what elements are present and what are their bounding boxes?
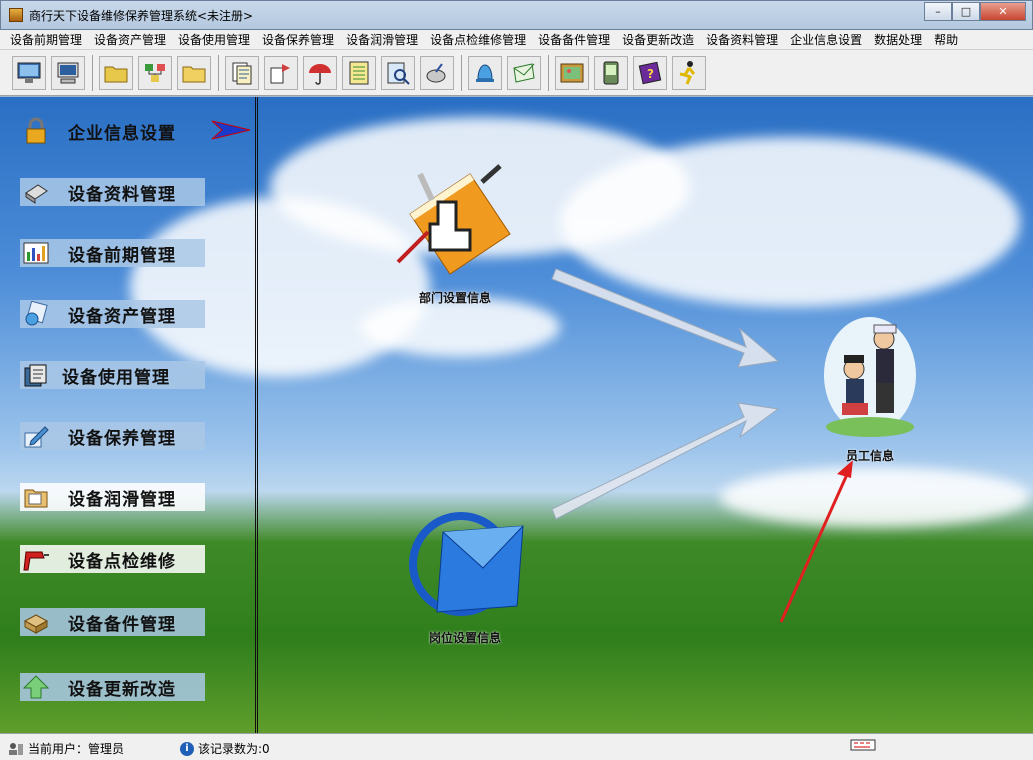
search-bowl-icon[interactable] [420, 55, 454, 90]
sidebar-item-label: 设备使用管理 [62, 367, 170, 388]
keyboard-indicator-icon [850, 738, 876, 752]
sidebar-item-label: 设备资料管理 [68, 184, 176, 205]
menu-item-inspection[interactable]: 设备点检维修管理 [430, 31, 526, 48]
flow-arrow-icon [551, 268, 780, 520]
sidebar-item-label: 企业信息设置 [68, 123, 176, 144]
red-pointer-arrow-icon [779, 460, 853, 623]
sidebar-item-company[interactable]: 企业信息设置 [20, 117, 205, 145]
monitor-icon[interactable] [12, 55, 46, 90]
window-title: 商行天下设备维修保养管理系统<未注册> [29, 9, 254, 23]
svg-text:?: ? [647, 67, 654, 81]
position-settings-node[interactable]: 岗位设置信息 [395, 502, 535, 646]
book-icon [22, 178, 50, 206]
maximize-button[interactable]: □ [952, 2, 980, 21]
folder-open-icon[interactable] [177, 55, 211, 90]
position-settings-label: 岗位设置信息 [428, 631, 501, 645]
close-button[interactable]: ✕ [980, 2, 1026, 21]
menu-item-company[interactable]: 企业信息设置 [790, 31, 862, 48]
menu-item-asset[interactable]: 设备资产管理 [94, 31, 166, 48]
computer-icon[interactable] [51, 55, 85, 90]
sidebar-item-inspection[interactable]: 设备点检维修 [20, 545, 205, 573]
sidebar-item-label: 设备点检维修 [68, 551, 176, 572]
folder-icon [22, 483, 50, 511]
toolbar-separator [92, 54, 93, 91]
menu-item-data[interactable]: 数据处理 [874, 31, 922, 48]
sidebar-item-label: 设备资产管理 [68, 306, 176, 327]
toolbar: ? [0, 50, 1033, 96]
runner-icon[interactable] [672, 55, 706, 90]
record-count-text: 该记录数为:0 [198, 742, 270, 756]
picture-icon[interactable] [555, 55, 589, 90]
sidebar-item-label: 设备备件管理 [68, 614, 176, 635]
sidebar-divider [255, 97, 258, 733]
sidebar: 企业信息设置 设备资料管理 设备前期管理 设备资产管理 设备使用管理 设备保养管… [0, 97, 262, 733]
dept-settings-node[interactable]: 部门设置信息 [385, 162, 525, 306]
menu-item-lubrication[interactable]: 设备润滑管理 [346, 31, 418, 48]
folder-icon[interactable] [99, 55, 133, 90]
sidebar-item-label: 设备润滑管理 [68, 489, 176, 510]
menu-item-usage[interactable]: 设备使用管理 [178, 31, 250, 48]
chart-icon [22, 239, 50, 267]
sidebar-item-label: 设备保养管理 [68, 428, 176, 449]
minimize-button[interactable]: – [924, 2, 952, 21]
notebook-icon[interactable] [342, 55, 376, 90]
edit-icon [22, 422, 50, 450]
menu-item-documents[interactable]: 设备资料管理 [706, 31, 778, 48]
title-bar: 商行天下设备维修保养管理系统<未注册> – □ ✕ [0, 0, 1033, 30]
main-desktop: 企业信息设置 设备资料管理 设备前期管理 设备资产管理 设备使用管理 设备保养管… [0, 97, 1033, 733]
sidebar-item-pre[interactable]: 设备前期管理 [20, 239, 205, 267]
email-envelope-icon [409, 512, 524, 616]
status-bar: 当前用户：管理员 i 该记录数为:0 [0, 733, 1033, 760]
app-icon [9, 8, 23, 22]
sidebar-item-documents[interactable]: 设备资料管理 [20, 178, 205, 206]
sidebar-item-label: 设备更新改造 [68, 679, 176, 700]
network-icon[interactable] [138, 55, 172, 90]
toolbar-separator [548, 54, 549, 91]
lock-icon [22, 117, 50, 145]
sidebar-item-lubrication[interactable]: 设备润滑管理 [20, 483, 205, 511]
current-user-status: 当前用户：管理员 [8, 740, 124, 757]
menu-item-help[interactable]: 帮助 [934, 31, 958, 48]
menu-item-pre[interactable]: 设备前期管理 [10, 31, 82, 48]
characters-icon [824, 317, 916, 437]
current-user-text: 当前用户：管理员 [28, 742, 125, 756]
record-count-status: i 该记录数为:0 [180, 740, 270, 757]
sidebar-item-asset[interactable]: 设备资产管理 [20, 300, 205, 328]
cloud-decoration [360, 297, 560, 357]
sidebar-item-renewal[interactable]: 设备更新改造 [20, 673, 205, 701]
active-arrow-icon [211, 120, 251, 140]
drill-icon [22, 545, 50, 573]
dept-settings-label: 部门设置信息 [418, 291, 491, 305]
sidebar-item-spare-parts[interactable]: 设备备件管理 [20, 608, 205, 636]
window-controls: – □ ✕ [924, 2, 1026, 21]
toolbar-separator [461, 54, 462, 91]
up-arrow-icon [22, 673, 50, 701]
sidebar-item-usage[interactable]: 设备使用管理 [20, 361, 205, 389]
box-icon [22, 608, 50, 636]
menu-item-renewal[interactable]: 设备更新改造 [622, 31, 694, 48]
menu-bar: 设备前期管理 设备资产管理 设备使用管理 设备保养管理 设备润滑管理 设备点检维… [0, 30, 1033, 50]
pda-icon[interactable] [594, 55, 628, 90]
document-stack-icon[interactable] [225, 55, 259, 90]
envelope-icon[interactable] [507, 55, 541, 90]
asset-icon [22, 300, 50, 328]
employee-info-node[interactable]: 员工信息 [815, 315, 925, 464]
files-icon [22, 361, 50, 389]
bell-icon[interactable] [468, 55, 502, 90]
toolbar-separator [218, 54, 219, 91]
sidebar-item-maintenance[interactable]: 设备保养管理 [20, 422, 205, 450]
sidebar-item-label: 设备前期管理 [68, 245, 176, 266]
hand-pointer-icon [396, 164, 511, 275]
info-icon: i [180, 741, 194, 756]
user-icon [9, 742, 23, 755]
magnifier-doc-icon[interactable] [381, 55, 415, 90]
menu-item-maintenance[interactable]: 设备保养管理 [262, 31, 334, 48]
help-book-icon[interactable]: ? [633, 55, 667, 90]
employee-info-label: 员工信息 [845, 449, 894, 463]
umbrella-icon[interactable] [303, 55, 337, 90]
transfer-icon[interactable] [264, 55, 298, 90]
menu-item-spare-parts[interactable]: 设备备件管理 [538, 31, 610, 48]
